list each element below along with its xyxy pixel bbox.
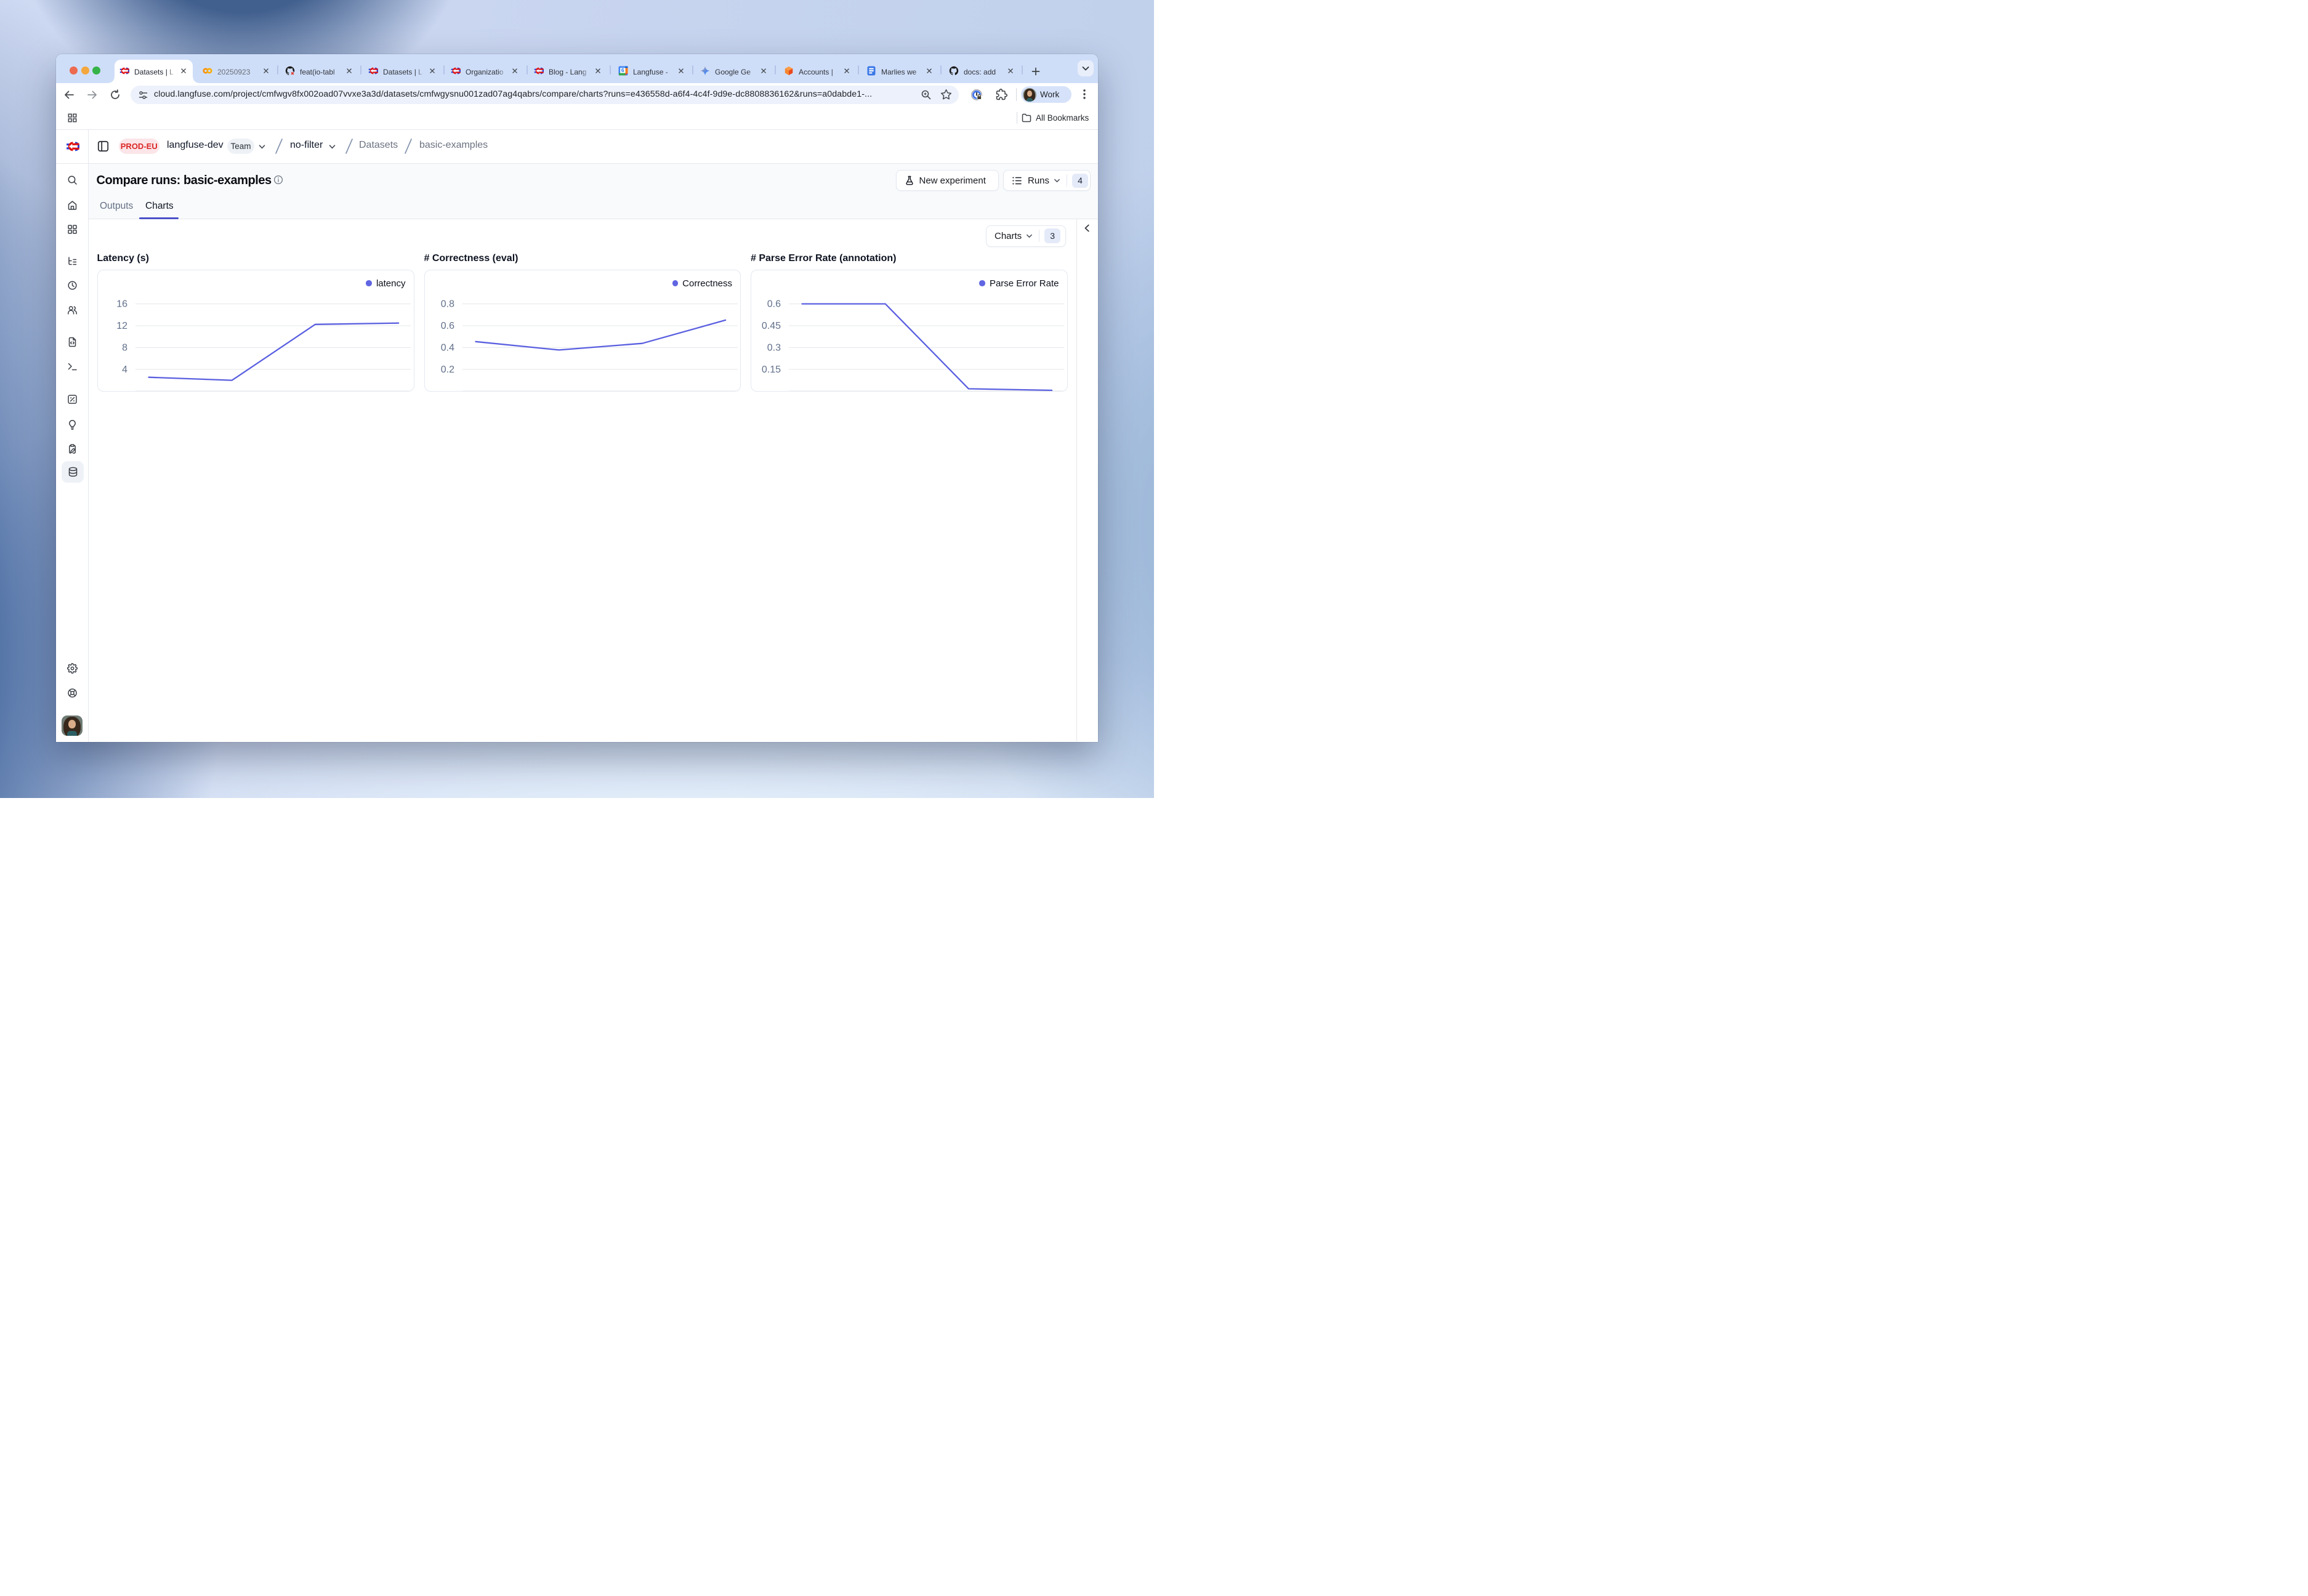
svg-text:0.6: 0.6 [440, 321, 454, 331]
svg-text:16: 16 [116, 299, 127, 309]
svg-text:0.15: 0.15 [762, 364, 781, 374]
svg-text:12: 12 [116, 321, 127, 331]
svg-text:0.4: 0.4 [440, 342, 454, 353]
svg-text:0.45: 0.45 [762, 321, 781, 331]
svg-text:8: 8 [122, 342, 127, 353]
svg-text:6: 6 [621, 66, 624, 73]
svg-text:0.3: 0.3 [767, 342, 781, 353]
svg-text:4: 4 [122, 364, 127, 374]
svg-text:0.8: 0.8 [440, 299, 454, 309]
svg-text:0.6: 0.6 [767, 299, 781, 309]
svg-text:0.2: 0.2 [440, 364, 454, 374]
